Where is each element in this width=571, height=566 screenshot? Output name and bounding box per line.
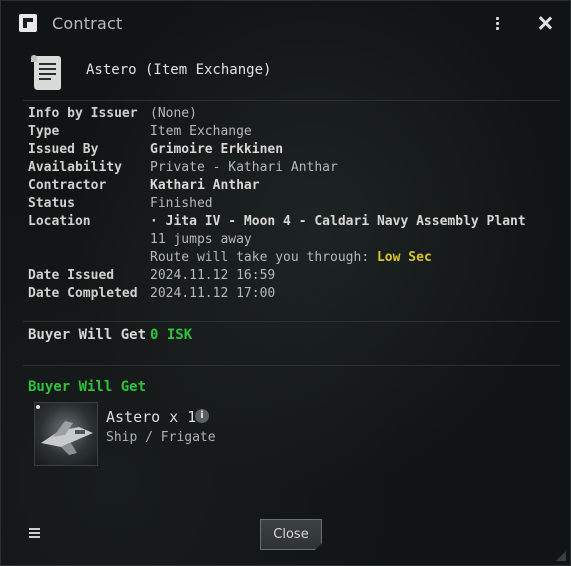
info-value: 2024.11.12 16:59 [150, 268, 276, 283]
divider [23, 321, 560, 322]
info-label: Info by Issuer [28, 106, 138, 121]
info-row-info-by-issuer: Info by Issuer (None) [28, 105, 548, 123]
info-label: Location [28, 214, 91, 229]
contract-app-icon [19, 14, 37, 32]
info-row-status: Status Finished [28, 195, 548, 213]
frigate-ship-icon[interactable] [34, 402, 98, 466]
divider [23, 365, 560, 366]
info-label: Status [28, 196, 75, 211]
info-label: Issued By [28, 142, 99, 157]
contract-name: Astero (Item Exchange) [86, 62, 272, 78]
divider [23, 100, 560, 101]
ship-render [36, 405, 93, 455]
info-value: (None) [150, 106, 197, 121]
info-label: Contractor [28, 178, 107, 193]
info-label [28, 249, 150, 267]
window-title: Contract [52, 14, 123, 33]
info-value: Item Exchange [150, 124, 252, 139]
hamburger-menu-icon[interactable] [29, 528, 40, 539]
resize-handle-icon[interactable] [556, 551, 566, 561]
close-window-icon[interactable] [538, 16, 552, 30]
info-label: Date Issued [28, 268, 115, 283]
info-label: Availability [28, 160, 122, 175]
jumps-away: 11 jumps away [150, 232, 252, 247]
lowsec-label: Low Sec [376, 250, 432, 265]
contract-window: Contract Astero (Item Exchange) Info by … [0, 0, 571, 566]
info-label [28, 231, 150, 249]
contractor-link[interactable]: Kathari Anthar [150, 177, 260, 195]
buyer-isk-label: Buyer Will Get [28, 327, 147, 343]
contract-document-icon [31, 55, 61, 90]
info-row-jumps: 11 jumps away [28, 231, 548, 249]
buyer-isk-value: 0 ISK [150, 327, 193, 343]
item-type: Ship / Frigate [106, 430, 216, 445]
info-label: Date Completed [28, 286, 138, 301]
info-value[interactable]: Private - Kathari Anthar [150, 159, 338, 177]
info-value: Finished [150, 196, 213, 211]
title-bar[interactable]: Contract [1, 1, 570, 47]
info-row-availability: Availability Private - Kathari Anthar [28, 159, 548, 177]
info-row-issued-by: Issued By Grimoire Erkkinen [28, 141, 548, 159]
info-row-location: Location · Jita IV - Moon 4 - Caldari Na… [28, 213, 548, 231]
close-button[interactable]: Close [260, 519, 322, 550]
item-name[interactable]: Astero x 1 [106, 408, 196, 426]
info-row-date-issued: Date Issued 2024.11.12 16:59 [28, 267, 548, 285]
route-info: Route will take you through: Low Sec [150, 249, 432, 267]
info-row-date-completed: Date Completed 2024.11.12 17:00 [28, 285, 548, 303]
info-value: 2024.11.12 17:00 [150, 286, 276, 301]
info-icon[interactable]: i [195, 409, 209, 423]
info-row-contractor: Contractor Kathari Anthar [28, 177, 548, 195]
info-row-route: Route will take you through: Low Sec [28, 249, 548, 267]
buyer-isk-row: Buyer Will Get 0 ISK [28, 327, 192, 343]
info-label: Type [28, 124, 60, 139]
route-text: Route will take you through: [150, 250, 370, 265]
contract-info-table: Info by Issuer (None) Type Item Exchange… [28, 105, 548, 303]
location-link[interactable]: · Jita IV - Moon 4 - Caldari Navy Assemb… [150, 213, 526, 231]
items-section-title: Buyer Will Get [28, 379, 147, 395]
kebab-menu-icon[interactable] [492, 15, 502, 33]
issuer-link[interactable]: Grimoire Erkkinen [150, 141, 283, 159]
info-row-type: Type Item Exchange [28, 123, 548, 141]
